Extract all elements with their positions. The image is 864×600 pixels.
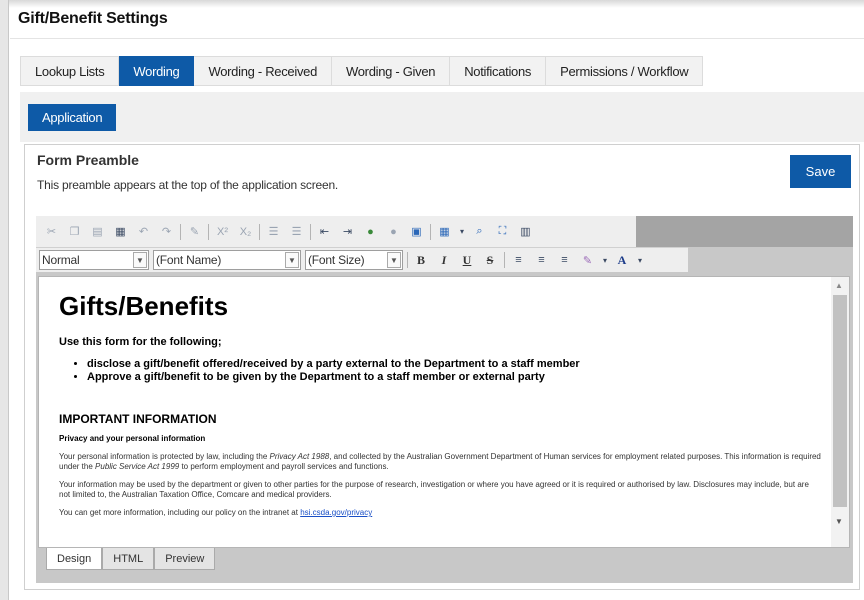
sub-tab-bar: Application (20, 92, 864, 142)
chevron-down-icon: ▼ (285, 252, 299, 268)
list-item: Approve a gift/benefit to be given by th… (87, 371, 821, 384)
privacy-paragraph-3: You can get more information, including … (59, 508, 821, 518)
highlight-dropdown-icon[interactable]: ▾ (601, 251, 609, 270)
document-lead: Use this form for the following; (59, 336, 222, 348)
editor-content-area[interactable]: Gifts/Benefits Use this form for the fol… (38, 276, 850, 548)
scroll-up-icon[interactable]: ▲ (835, 281, 843, 290)
privacy-link[interactable]: hsi.csda.gov/privacy (300, 508, 372, 517)
title-divider (10, 38, 864, 39)
font-name-select[interactable]: (Font Name) ▼ (153, 250, 301, 270)
sub-tab-application[interactable]: Application (28, 104, 117, 131)
tab-lookup-lists[interactable]: Lookup Lists (20, 56, 120, 86)
format-select[interactable]: Normal ▼ (39, 250, 149, 270)
privacy-act-ref: Privacy Act 1988 (269, 452, 330, 461)
align-right-icon[interactable]: ≡ (555, 251, 574, 270)
tab-html[interactable]: HTML (102, 548, 155, 570)
tab-wording[interactable]: Wording (119, 56, 195, 86)
bulleted-list-icon[interactable]: ☰ (287, 222, 306, 241)
privacy-paragraph-1: Your personal information is protected b… (59, 452, 821, 472)
format-select-value: Normal (42, 253, 80, 267)
insert-table-icon[interactable]: ▦ (435, 222, 454, 241)
section-description: This preamble appears at the top of the … (37, 178, 339, 192)
copy-icon[interactable]: ❐ (65, 222, 84, 241)
rich-text-editor: ✂ ❐ ▤ ▦ ↶ ↷ ✎ X² X₂ ☰ ☰ ⇤ ⇥ ● ● ▣ ▦ ▾ ⌕ … (36, 216, 853, 583)
font-name-select-value: (Font Name) (156, 253, 222, 267)
toolbar-separator (504, 252, 505, 268)
find-replace-icon[interactable]: ⌕ (470, 222, 489, 241)
superscript-icon[interactable]: X² (213, 222, 232, 241)
chevron-down-icon: ▼ (133, 252, 147, 268)
tab-notifications[interactable]: Notifications (450, 56, 547, 86)
font-size-select[interactable]: (Font Size) ▼ (305, 250, 403, 270)
strikethrough-button[interactable]: S (481, 251, 499, 269)
toolbar-separator (259, 223, 260, 240)
top-shadow (9, 0, 864, 8)
font-size-select-value: (Font Size) (308, 253, 365, 267)
text-color-icon[interactable]: A (613, 251, 631, 269)
form-preamble-panel: Form Preamble This preamble appears at t… (24, 144, 860, 590)
tab-design[interactable]: Design (46, 548, 103, 570)
insert-image-icon[interactable]: ▣ (407, 222, 426, 241)
document-heading: Gifts/Benefits (59, 291, 229, 321)
italic-button[interactable]: I (435, 251, 453, 269)
privacy-paragraph-2: Your information may be used by the depa… (59, 480, 809, 499)
insert-link-icon[interactable]: ● (361, 222, 380, 241)
privacy-heading: Privacy and your personal information (59, 434, 206, 443)
editor-mode-tabs: Design HTML Preview (46, 548, 216, 570)
save-button[interactable]: Save (790, 155, 851, 188)
editor-document: Gifts/Benefits Use this form for the fol… (59, 291, 821, 526)
p3-text: You can get more information, including … (59, 508, 301, 517)
window-left-edge (0, 0, 9, 600)
undo-icon[interactable]: ↶ (134, 222, 153, 241)
fullscreen-icon[interactable]: ⛶ (493, 222, 512, 241)
table-dropdown-icon[interactable]: ▾ (458, 222, 466, 241)
align-center-icon[interactable]: ≡ (532, 251, 551, 270)
toolbar-separator (208, 223, 209, 240)
cut-icon[interactable]: ✂ (42, 222, 61, 241)
scroll-thumb[interactable] (833, 295, 847, 507)
align-left-icon[interactable]: ≡ (509, 251, 528, 270)
subscript-icon[interactable]: X₂ (236, 222, 255, 241)
toolbar-separator (430, 223, 431, 240)
main-tabs: Lookup Lists Wording Wording - Received … (20, 56, 704, 86)
list-item: disclose a gift/benefit offered/received… (87, 358, 821, 371)
paste-text-icon[interactable]: ▦ (111, 222, 130, 241)
scroll-down-icon[interactable]: ▼ (835, 517, 843, 526)
toolbar-separator (180, 223, 181, 240)
p1-text-e: to perform employment and payroll servic… (179, 462, 389, 471)
remove-link-icon[interactable]: ● (384, 222, 403, 241)
redo-icon[interactable]: ↷ (157, 222, 176, 241)
p1-text-a: Your personal information is protected b… (59, 452, 270, 461)
chevron-down-icon: ▼ (387, 252, 401, 268)
tab-wording-given[interactable]: Wording - Given (332, 56, 451, 86)
indent-icon[interactable]: ⇥ (338, 222, 357, 241)
toolbar-row-1: ✂ ❐ ▤ ▦ ↶ ↷ ✎ X² X₂ ☰ ☰ ⇤ ⇥ ● ● ▣ ▦ ▾ ⌕ … (36, 216, 636, 247)
page-title: Gift/Benefit Settings (18, 10, 168, 27)
document-bullet-list: disclose a gift/benefit offered/received… (87, 358, 821, 384)
numbered-list-icon[interactable]: ☰ (264, 222, 283, 241)
section-title: Form Preamble (37, 152, 139, 168)
editor-scrollbar[interactable]: ▲ ▼ (831, 277, 849, 547)
toolbar-separator (407, 252, 408, 268)
public-service-act-ref: Public Service Act 1999 (95, 462, 180, 471)
paste-icon[interactable]: ▤ (88, 222, 107, 241)
tab-permissions-workflow[interactable]: Permissions / Workflow (546, 56, 704, 86)
toolbar-separator (310, 223, 311, 240)
highlight-color-icon[interactable]: ✎ (578, 251, 597, 270)
show-blocks-icon[interactable]: ▥ (516, 222, 535, 241)
tab-wording-received[interactable]: Wording - Received (194, 56, 333, 86)
text-color-dropdown-icon[interactable]: ▾ (636, 251, 644, 270)
underline-button[interactable]: U (458, 251, 476, 269)
outdent-icon[interactable]: ⇤ (315, 222, 334, 241)
spellcheck-icon[interactable]: ✎ (185, 222, 204, 241)
toolbar-row-2: Normal ▼ (Font Name) ▼ (Font Size) ▼ B I… (36, 247, 688, 272)
important-heading: IMPORTANT INFORMATION (59, 412, 217, 426)
tab-preview[interactable]: Preview (154, 548, 216, 570)
bold-button[interactable]: B (412, 251, 430, 269)
